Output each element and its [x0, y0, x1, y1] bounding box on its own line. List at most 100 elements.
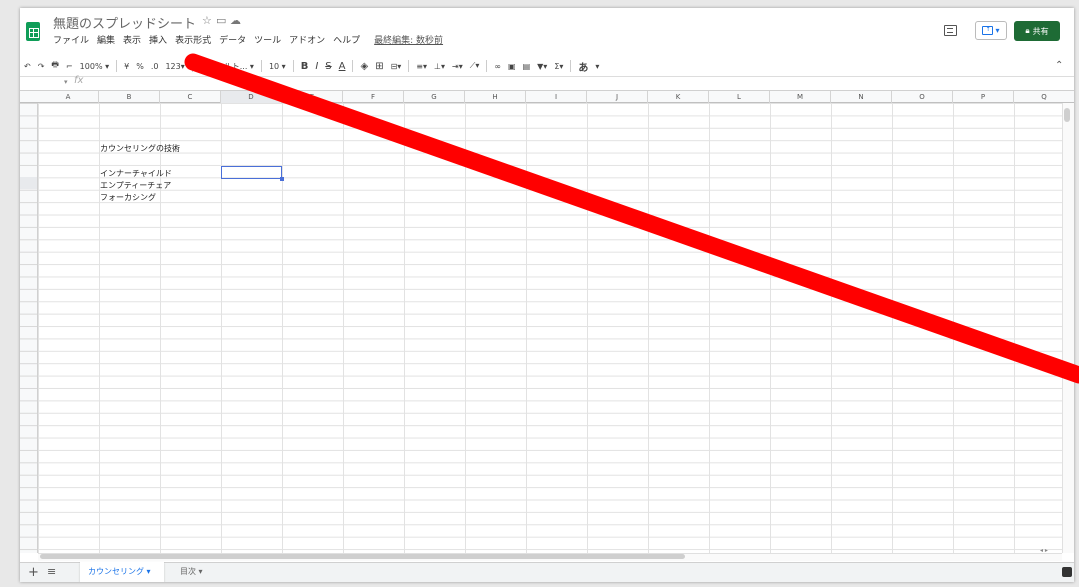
insert-chart-icon[interactable]: ▤	[523, 62, 531, 71]
column-header-n[interactable]: N	[831, 91, 892, 103]
menu-edit[interactable]: 編集	[97, 33, 115, 49]
column-header-q[interactable]: Q	[1014, 91, 1074, 103]
fill-color-icon[interactable]: ◈	[360, 61, 368, 72]
text-wrap-icon[interactable]: ⇥▾	[452, 62, 463, 71]
divider	[408, 60, 410, 72]
menu-help[interactable]: ヘルプ	[333, 33, 360, 49]
bold-button[interactable]: B	[301, 61, 309, 72]
menu-data[interactable]: データ	[219, 33, 246, 49]
sheet-tab-active[interactable]: カウンセリング ▾	[80, 562, 164, 582]
print-icon[interactable]: 🖶︎	[51, 59, 59, 73]
input-tools-caret-icon[interactable]: ▾	[595, 62, 599, 71]
divider	[191, 60, 193, 72]
column-header-d[interactable]: D	[221, 91, 282, 103]
explore-icon[interactable]	[1062, 567, 1072, 577]
row-header-gutter	[20, 103, 38, 553]
column-header-row: ABCDEFGHIJKLMNOPQ	[20, 90, 1074, 103]
column-header-p[interactable]: P	[953, 91, 1014, 103]
redo-icon[interactable]: ↷	[38, 62, 45, 71]
menu-view[interactable]: 表示	[123, 33, 141, 49]
merge-cells-icon[interactable]: ⊟▾	[391, 62, 402, 71]
divider	[260, 60, 262, 72]
vertical-scrollbar[interactable]	[1062, 103, 1074, 553]
functions-icon[interactable]: Σ▾	[554, 62, 563, 71]
column-header-g[interactable]: G	[404, 91, 465, 103]
currency-format-button[interactable]: ¥	[124, 62, 129, 71]
column-header-f[interactable]: F	[343, 91, 404, 103]
star-icon[interactable]: ☆	[202, 14, 212, 27]
collapse-menu-icon[interactable]: ⌃	[1055, 60, 1063, 71]
menu-addons[interactable]: アドオン	[289, 33, 325, 49]
cloud-status-icon[interactable]: ☁	[230, 14, 241, 27]
menu-tools[interactable]: ツール	[254, 33, 281, 49]
menu-insert[interactable]: 挿入	[149, 33, 167, 49]
menu-file[interactable]: ファイル	[53, 33, 89, 49]
present-icon: ↑	[982, 26, 994, 35]
active-cell-d7[interactable]	[221, 166, 284, 181]
cell-grid[interactable]	[38, 103, 1062, 553]
column-header-j[interactable]: J	[587, 91, 648, 103]
input-tools-button[interactable]: あ	[578, 59, 588, 74]
column-header-l[interactable]: L	[709, 91, 770, 103]
selected-row-header[interactable]	[20, 177, 37, 189]
divider	[116, 60, 118, 72]
share-label: 共有	[1032, 26, 1049, 36]
column-header-b[interactable]: B	[99, 91, 160, 103]
font-select[interactable]: デフォルト... ▾	[200, 61, 254, 72]
lock-icon: 🔒︎	[1025, 26, 1030, 35]
borders-icon[interactable]: ⊞	[375, 61, 383, 72]
vertical-align-icon[interactable]: ⊥▾	[434, 62, 445, 71]
column-header-e[interactable]: E	[282, 91, 343, 103]
share-button[interactable]: 🔒︎ 共有	[1014, 21, 1060, 41]
insert-link-icon[interactable]: ∞	[494, 62, 501, 71]
divider	[570, 60, 572, 72]
divider	[292, 60, 294, 72]
sheet-tab-other[interactable]: 目次 ▾	[172, 562, 211, 582]
all-sheets-icon[interactable]: ≡	[47, 565, 56, 578]
divider	[486, 60, 488, 72]
insert-comment-icon[interactable]: ▣	[508, 62, 516, 71]
scroll-arrows-icon[interactable]: ◂ ▸	[1040, 547, 1048, 554]
font-size-select[interactable]: 10 ▾	[269, 62, 286, 71]
folder-icon[interactable]: ▭	[216, 14, 226, 27]
sheets-logo-icon[interactable]	[26, 22, 40, 41]
text-color-button[interactable]: A	[339, 61, 346, 72]
percent-format-button[interactable]: %	[136, 62, 144, 71]
add-sheet-icon[interactable]: +	[28, 565, 39, 580]
column-header-a[interactable]: A	[38, 91, 99, 103]
paint-format-icon[interactable]: ⌐	[66, 62, 73, 71]
undo-icon[interactable]: ↶	[24, 62, 31, 71]
column-header-c[interactable]: C	[160, 91, 221, 103]
text-rotation-icon[interactable]: ⟋▾	[470, 61, 480, 71]
italic-button[interactable]: I	[315, 61, 318, 72]
column-header-k[interactable]: K	[648, 91, 709, 103]
spreadsheet-window: 無題のスプレッドシート ☆ ▭ ☁ ファイル 編集 表示 挿入 表示形式 データ…	[20, 8, 1074, 582]
column-header-o[interactable]: O	[892, 91, 953, 103]
divider	[352, 60, 354, 72]
filter-icon[interactable]: ▼▾	[537, 62, 547, 71]
last-edit-link[interactable]: 最終編集: 数秒前	[374, 33, 443, 49]
cell-b5[interactable]: カウンセリングの技術	[100, 143, 180, 154]
cell-b8[interactable]: エンプティーチェア	[100, 180, 171, 191]
menu-format[interactable]: 表示形式	[175, 33, 211, 49]
vertical-scroll-thumb[interactable]	[1064, 108, 1070, 122]
formula-bar[interactable]	[20, 76, 1074, 90]
horizontal-scroll-thumb[interactable]	[40, 554, 685, 559]
dropdown-caret-icon: ▾	[995, 26, 1000, 35]
fx-icon: fx	[74, 75, 84, 86]
column-header-h[interactable]: H	[465, 91, 526, 103]
zoom-select[interactable]: 100% ▾	[80, 62, 109, 71]
name-box-caret-icon[interactable]: ▾	[64, 78, 68, 86]
strikethrough-button[interactable]: S	[325, 61, 331, 72]
present-button[interactable]: ↑ ▾	[975, 21, 1007, 40]
document-title[interactable]: 無題のスプレッドシート	[53, 13, 196, 32]
menu-bar: ファイル 編集 表示 挿入 表示形式 データ ツール アドオン ヘルプ 最終編集…	[53, 33, 443, 49]
cell-b7[interactable]: インナーチャイルド	[100, 168, 172, 179]
column-header-m[interactable]: M	[770, 91, 831, 103]
column-header-i[interactable]: I	[526, 91, 587, 103]
decimal-button[interactable]: .0	[151, 62, 159, 71]
cell-b9[interactable]: フォーカシング	[100, 192, 156, 203]
number-format-select[interactable]: 123▾	[165, 62, 184, 71]
horizontal-align-icon[interactable]: ≡▾	[416, 62, 427, 71]
comment-history-icon[interactable]	[944, 25, 957, 36]
